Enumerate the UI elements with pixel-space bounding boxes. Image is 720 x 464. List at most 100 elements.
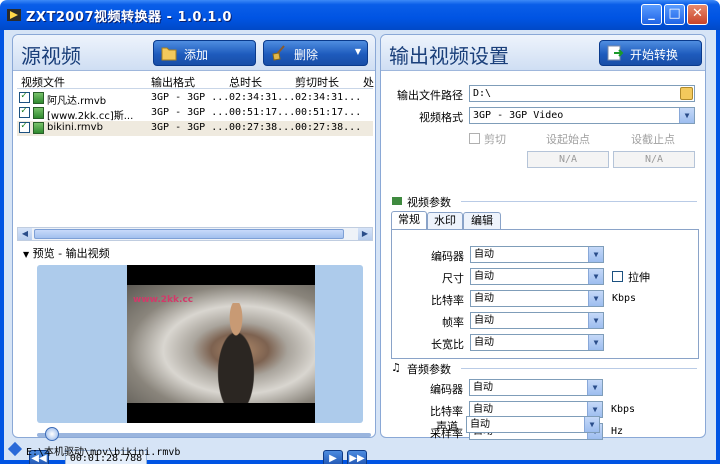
samplerate-unit: Hz xyxy=(611,426,624,437)
column-total-duration[interactable]: 总时长 xyxy=(229,74,262,90)
audio-encoder-value: 自动 xyxy=(473,382,493,393)
source-video-panel: 源视频 添加 删除 ▼ 视频文件 输出格式 总时长 剪切时长 处 ✓ 阿凡达.r… xyxy=(12,34,376,464)
video-file-icon xyxy=(33,122,44,134)
divider xyxy=(461,368,697,369)
bitrate-unit: Kbps xyxy=(612,293,637,304)
source-panel-header: 源视频 添加 删除 ▼ xyxy=(13,35,375,71)
maximize-button[interactable]: □ xyxy=(664,4,685,25)
chevron-down-icon[interactable]: ▼ xyxy=(588,247,603,262)
aspect-select[interactable]: 自动 ▼ xyxy=(470,334,604,351)
chevron-down-icon[interactable]: ▼ xyxy=(587,402,602,417)
audio-bitrate-value: 自动 xyxy=(473,404,493,415)
audio-encoder-select[interactable]: 自动 ▼ xyxy=(469,379,603,396)
preview-header[interactable]: ▼ 预览 - 输出视频 xyxy=(23,245,110,261)
horizontal-scrollbar[interactable]: ◀ ▶ xyxy=(17,227,373,241)
output-path-label: 输出文件路径 xyxy=(397,89,463,102)
chevron-down-icon[interactable]: ▼ xyxy=(588,291,603,306)
audio-bitrate-unit: Kbps xyxy=(611,404,636,415)
video-file-icon xyxy=(33,92,44,104)
collapse-arrow-icon[interactable]: ▼ xyxy=(23,250,29,259)
column-output-format[interactable]: 输出格式 xyxy=(151,74,195,90)
encoder-value: 自动 xyxy=(474,249,494,260)
row-total: 00:27:38... xyxy=(229,122,296,133)
minimize-button[interactable]: _ xyxy=(641,4,662,25)
chevron-down-icon[interactable]: ▼ xyxy=(584,417,599,432)
stretch-checkbox[interactable] xyxy=(612,271,623,282)
video-format-value: 3GP - 3GP Video xyxy=(473,110,564,121)
start-convert-label: 开始转换 xyxy=(630,48,679,62)
delete-button[interactable]: 删除 ▼ xyxy=(263,40,368,66)
title-bar: ZXT2007视频转换器 - 1.0.1.0 _ □ ✕ xyxy=(0,0,720,30)
add-button-label: 添加 xyxy=(184,48,209,62)
table-row[interactable]: [www.2kk.cc]斯... 3GP - 3GP ... 00:51:17.… xyxy=(17,105,373,122)
video-format-select[interactable]: 3GP - 3GP Video ▼ xyxy=(469,107,695,124)
row-checkbox[interactable] xyxy=(19,105,30,118)
chevron-down-icon[interactable]: ▼ xyxy=(588,335,603,350)
channel-select[interactable]: 自动 ▼ xyxy=(466,416,600,433)
window-title: ZXT2007视频转换器 - 1.0.1.0 xyxy=(26,10,232,25)
add-button[interactable]: 添加 xyxy=(153,40,256,66)
size-label: 尺寸 xyxy=(442,272,464,285)
output-path-value: D:\ xyxy=(473,88,492,99)
set-start-point-button[interactable]: 设起始点 xyxy=(546,131,590,147)
cut-checkbox[interactable] xyxy=(469,133,480,144)
column-video-file[interactable]: 视频文件 xyxy=(21,74,65,90)
encoder-label: 编码器 xyxy=(431,250,464,263)
scroll-left-icon[interactable]: ◀ xyxy=(18,228,32,240)
chevron-down-icon[interactable]: ▼ xyxy=(355,47,361,56)
main-window: 源视频 添加 删除 ▼ 视频文件 输出格式 总时长 剪切时长 处 ✓ 阿凡达.r… xyxy=(0,30,720,464)
size-select[interactable]: 自动 ▼ xyxy=(470,268,604,285)
size-value: 自动 xyxy=(474,271,494,282)
video-preview: www.2kk.cc xyxy=(127,265,315,423)
seek-handle[interactable] xyxy=(45,427,59,441)
status-bar: E:\本机驱动\mov\bikini.rmvb xyxy=(4,440,716,460)
video-subject xyxy=(205,303,267,403)
browse-folder-icon[interactable] xyxy=(680,87,693,100)
chevron-down-icon[interactable]: ▼ xyxy=(588,313,603,328)
chevron-down-icon[interactable]: ▼ xyxy=(587,380,602,395)
channel-value: 自动 xyxy=(470,419,490,430)
video-file-icon xyxy=(33,107,44,119)
row-cut: 02:34:31... xyxy=(295,92,362,103)
scroll-thumb[interactable] xyxy=(34,229,344,239)
tab-edit[interactable]: 编辑 xyxy=(463,212,501,230)
row-format: 3GP - 3GP ... xyxy=(151,122,230,133)
row-format: 3GP - 3GP ... xyxy=(151,107,230,118)
table-row[interactable]: bikini.rmvb 3GP - 3GP ... 00:27:38... 00… xyxy=(17,120,373,136)
framerate-select[interactable]: 自动 ▼ xyxy=(470,312,604,329)
scroll-right-icon[interactable]: ▶ xyxy=(358,228,372,240)
close-button[interactable]: ✕ xyxy=(687,4,708,25)
music-note-icon: ♫ xyxy=(391,361,401,374)
video-frame: www.2kk.cc xyxy=(127,285,315,403)
folder-icon xyxy=(161,47,177,61)
row-checkbox[interactable] xyxy=(19,120,30,133)
column-cut-duration[interactable]: 剪切时长 xyxy=(295,74,339,90)
tab-watermark[interactable]: 水印 xyxy=(427,212,463,230)
preview-area: www.2kk.cc xyxy=(37,265,363,423)
row-cut: 00:51:17... xyxy=(295,107,362,118)
framerate-label: 帧率 xyxy=(442,316,464,329)
chevron-down-icon[interactable]: ▼ xyxy=(679,108,694,123)
output-panel-header: 输出视频设置 开始转换 xyxy=(381,35,705,71)
tab-general[interactable]: 常规 xyxy=(391,211,427,230)
file-path-icon xyxy=(7,441,23,457)
seek-bar[interactable] xyxy=(37,433,371,437)
row-file: [www.2kk.cc]斯... xyxy=(47,111,134,122)
row-checkbox[interactable] xyxy=(19,90,30,103)
row-file: bikini.rmvb xyxy=(47,122,103,133)
divider xyxy=(461,201,697,202)
preview-label: 预览 - 输出视频 xyxy=(32,247,110,260)
column-process[interactable]: 处 xyxy=(363,74,374,90)
bitrate-select[interactable]: 自动 ▼ xyxy=(470,290,604,307)
convert-icon xyxy=(607,45,624,61)
start-convert-button[interactable]: 开始转换 xyxy=(599,40,702,66)
set-end-point-button[interactable]: 设截止点 xyxy=(631,131,675,147)
encoder-select[interactable]: 自动 ▼ xyxy=(470,246,604,263)
framerate-value: 自动 xyxy=(474,315,494,326)
chevron-down-icon[interactable]: ▼ xyxy=(588,269,603,284)
video-format-label: 视频格式 xyxy=(419,111,463,124)
table-row[interactable]: 阿凡达.rmvb 3GP - 3GP ... 02:34:31... 02:34… xyxy=(17,90,373,107)
delete-button-label: 删除 xyxy=(294,48,319,62)
output-path-input[interactable]: D:\ xyxy=(469,85,695,102)
row-total: 00:51:17... xyxy=(229,107,296,118)
